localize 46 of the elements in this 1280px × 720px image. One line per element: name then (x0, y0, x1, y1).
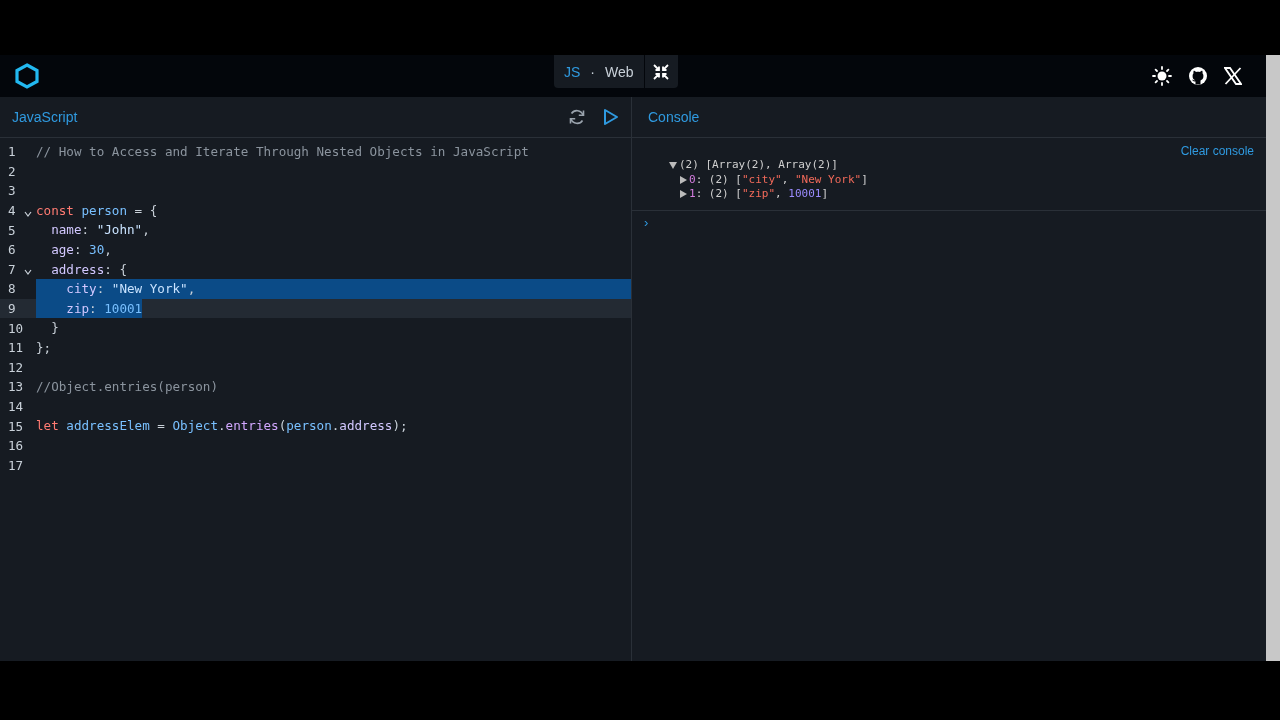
separator-dot: · (590, 63, 595, 80)
code-line: //Object.entries(person) (36, 378, 218, 397)
line-number: 7 (7, 261, 17, 277)
mode-tab[interactable]: Web (595, 55, 644, 88)
x-logo-icon[interactable] (1224, 67, 1242, 85)
line-number: 12 (7, 359, 24, 375)
mode-tab[interactable]: JS (554, 55, 591, 88)
line-number: 2 (7, 163, 17, 179)
refresh-icon[interactable] (567, 107, 587, 127)
line-number: 9 (7, 301, 17, 317)
code-line: address: { (50, 260, 127, 279)
line-number: 5 (7, 222, 17, 238)
line-number: 14 (7, 399, 24, 414)
code-line: const person = { (36, 201, 158, 220)
line-number: 6 (7, 242, 17, 258)
play-icon[interactable] (603, 108, 619, 126)
expand-triangle-icon[interactable] (678, 174, 688, 185)
code-line: age: 30, (50, 240, 112, 259)
editor-title: JavaScript (12, 109, 78, 125)
hexagon-logo-icon[interactable] (14, 63, 40, 89)
scrollbar[interactable] (1266, 55, 1280, 661)
line-number: 3 (7, 183, 17, 199)
clear-console-link[interactable]: Clear console (1180, 144, 1254, 158)
line-number: 10 (7, 320, 24, 336)
console-prompt[interactable]: › (632, 210, 1266, 230)
github-icon[interactable] (1188, 66, 1208, 86)
code-line: } (50, 319, 59, 338)
collapse-triangle-icon[interactable] (668, 160, 678, 171)
console-entry: (2) [Array(2), Array(2)] (679, 158, 838, 173)
code-line: name: "John", (50, 221, 150, 240)
line-number: 1 (7, 144, 17, 160)
code-line: let addressElem = Object.entries(person.address); (36, 417, 408, 436)
console-entry: 0: (2) ["city", "New York"] (689, 172, 868, 187)
expand-triangle-icon[interactable] (678, 189, 688, 200)
code-line: }; (36, 338, 52, 357)
line-number: 16 (7, 438, 24, 454)
line-number: 4 (7, 203, 17, 219)
code-line: // How to Access and Iterate Through Nested Objects in JavaScript (36, 143, 529, 161)
line-number: 13 (7, 379, 24, 395)
line-number: 17 (7, 457, 24, 473)
line-number: 15 (7, 418, 24, 434)
line-number: 8 (7, 281, 17, 297)
console-entry: 1: (2) ["zip", 10001] (689, 187, 829, 202)
line-number: 11 (7, 340, 24, 356)
console-title: Console (648, 109, 700, 125)
sun-icon[interactable] (1152, 66, 1172, 86)
